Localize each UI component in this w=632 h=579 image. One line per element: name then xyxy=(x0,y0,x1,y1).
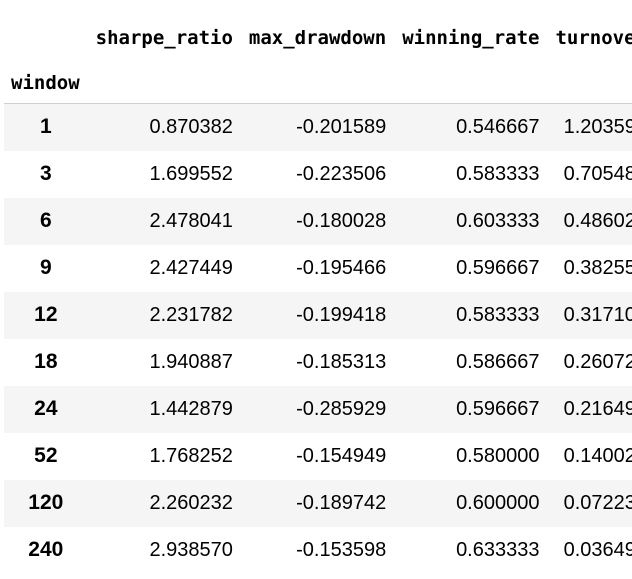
cell-turnover: 0.036496 xyxy=(563,538,632,561)
table-header: sharpe_ratio max_drawdown winning_rate t… xyxy=(4,0,632,104)
cell-sharpe-ratio: 2.478041 xyxy=(149,209,233,232)
cell-winning-rate: 0.583333 xyxy=(456,303,540,326)
cell-sharpe-ratio: 2.938570 xyxy=(149,538,233,561)
row-index: 240 xyxy=(28,538,64,561)
cell-sharpe-ratio: 2.260232 xyxy=(149,491,233,514)
cell-sharpe-ratio: 1.699552 xyxy=(149,162,233,185)
table-row: 1 0.870382 -0.201589 0.546667 1.203593 xyxy=(4,103,632,151)
column-header: winning_rate xyxy=(402,27,540,49)
cell-winning-rate: 0.596667 xyxy=(456,256,540,279)
cell-winning-rate: 0.580000 xyxy=(456,444,540,467)
cell-max-drawdown: -0.195466 xyxy=(296,256,387,279)
cell-winning-rate: 0.603333 xyxy=(456,209,540,232)
cell-sharpe-ratio: 2.231782 xyxy=(149,303,233,326)
cell-turnover: 0.382556 xyxy=(563,256,632,279)
table-row: 52 1.768252 -0.154949 0.580000 0.140025 xyxy=(4,432,632,480)
cell-winning-rate: 0.633333 xyxy=(456,538,540,561)
table-row: 12 2.231782 -0.199418 0.583333 0.317109 xyxy=(4,291,632,339)
index-name-row: window xyxy=(4,72,632,104)
cell-sharpe-ratio: 1.442879 xyxy=(149,397,233,420)
cell-max-drawdown: -0.223506 xyxy=(296,162,387,185)
column-header: turnover xyxy=(555,27,632,49)
cell-winning-rate: 0.546667 xyxy=(456,115,540,138)
cell-turnover: 0.216495 xyxy=(563,397,632,420)
column-header: max_drawdown xyxy=(248,27,387,49)
cell-turnover: 0.072230 xyxy=(563,491,632,514)
cell-winning-rate: 0.586667 xyxy=(456,350,540,373)
cell-turnover: 0.486021 xyxy=(563,209,632,232)
cell-turnover: 1.203593 xyxy=(563,115,632,138)
row-index: 12 xyxy=(34,303,58,326)
row-index: 24 xyxy=(34,397,58,420)
cell-sharpe-ratio: 0.870382 xyxy=(149,115,233,138)
table-body: 1 0.870382 -0.201589 0.546667 1.203593 3 1.699… xyxy=(4,103,632,574)
cell-winning-rate: 0.583333 xyxy=(456,162,540,185)
table-row: 240 2.938570 -0.153598 0.633333 0.036496 xyxy=(4,526,632,574)
cell-sharpe-ratio: 1.940887 xyxy=(149,350,233,373)
cell-sharpe-ratio: 2.427449 xyxy=(149,256,233,279)
table-row: 24 1.442879 -0.285929 0.596667 0.216495 xyxy=(4,385,632,433)
cell-max-drawdown: -0.285929 xyxy=(296,397,387,420)
cell-max-drawdown: -0.189742 xyxy=(296,491,387,514)
cell-turnover: 0.140025 xyxy=(563,444,632,467)
column-header-row: sharpe_ratio max_drawdown winning_rate t… xyxy=(4,0,632,72)
cell-turnover: 0.705482 xyxy=(563,162,632,185)
header-corner xyxy=(4,0,88,72)
table-row: 120 2.260232 -0.189742 0.600000 0.072230 xyxy=(4,479,632,527)
cell-winning-rate: 0.600000 xyxy=(456,491,540,514)
cell-max-drawdown: -0.154949 xyxy=(296,444,387,467)
column-header: sharpe_ratio xyxy=(95,27,233,49)
cell-max-drawdown: -0.199418 xyxy=(296,303,387,326)
table-row: 6 2.478041 -0.180028 0.603333 0.486021 xyxy=(4,197,632,245)
cell-max-drawdown: -0.201589 xyxy=(296,115,387,138)
row-index: 52 xyxy=(34,444,58,467)
cell-turnover: 0.260724 xyxy=(563,350,632,373)
row-index: 1 xyxy=(39,115,52,139)
cell-max-drawdown: -0.180028 xyxy=(296,209,387,232)
table-row: 3 1.699552 -0.223506 0.583333 0.705482 xyxy=(4,150,632,198)
cell-max-drawdown: -0.153598 xyxy=(296,538,387,561)
row-index: 3 xyxy=(39,162,52,185)
dataframe-table: sharpe_ratio max_drawdown winning_rate t… xyxy=(4,0,632,574)
table-row: 18 1.940887 -0.185313 0.586667 0.260724 xyxy=(4,338,632,386)
cell-winning-rate: 0.596667 xyxy=(456,397,540,420)
row-index: 9 xyxy=(39,256,52,279)
row-index: 120 xyxy=(28,491,64,514)
row-index: 6 xyxy=(39,209,52,232)
index-name: window xyxy=(11,72,80,94)
cell-max-drawdown: -0.185313 xyxy=(296,350,387,373)
row-index: 18 xyxy=(34,350,58,373)
cell-turnover: 0.317109 xyxy=(563,303,632,326)
cell-sharpe-ratio: 1.768252 xyxy=(149,444,233,467)
table-row: 9 2.427449 -0.195466 0.596667 0.382556 xyxy=(4,244,632,292)
